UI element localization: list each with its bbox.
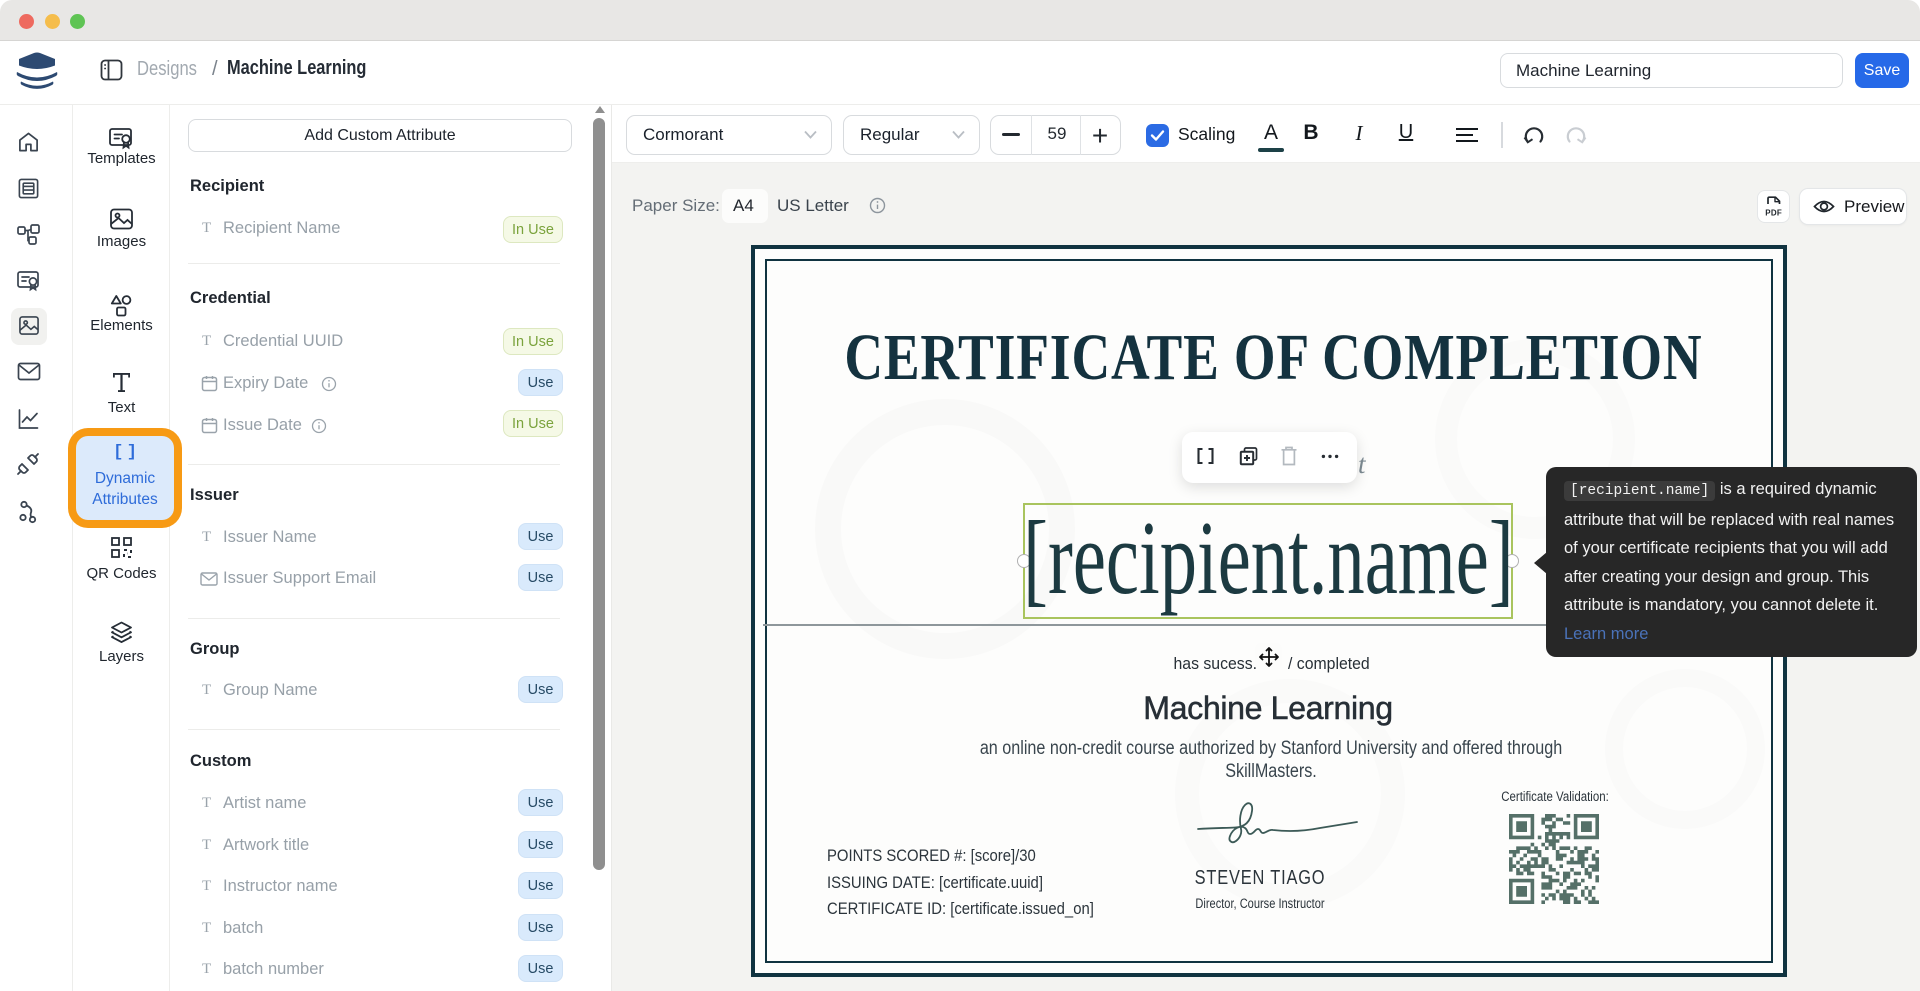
svg-text:PDF: PDF (1765, 209, 1782, 218)
